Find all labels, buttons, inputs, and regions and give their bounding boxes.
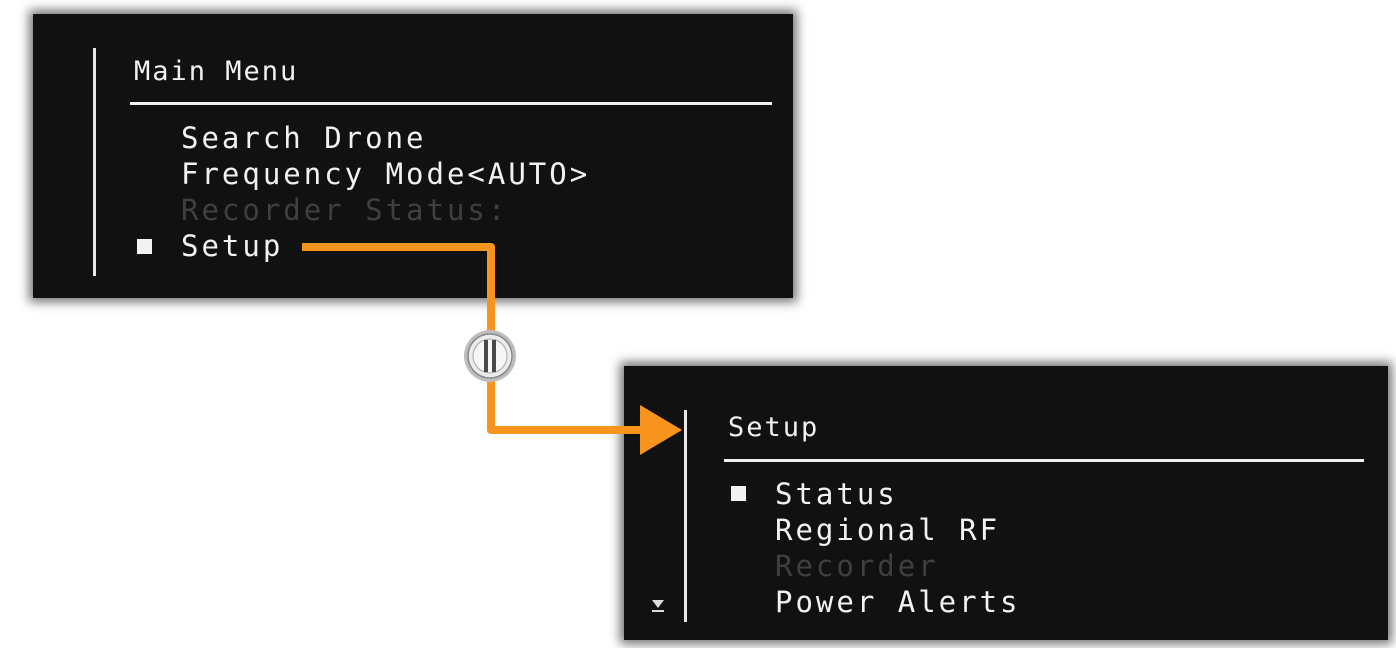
connector-arrowhead-icon <box>640 405 682 455</box>
dial-button-icon <box>464 330 516 382</box>
navigation-connector <box>302 243 682 455</box>
